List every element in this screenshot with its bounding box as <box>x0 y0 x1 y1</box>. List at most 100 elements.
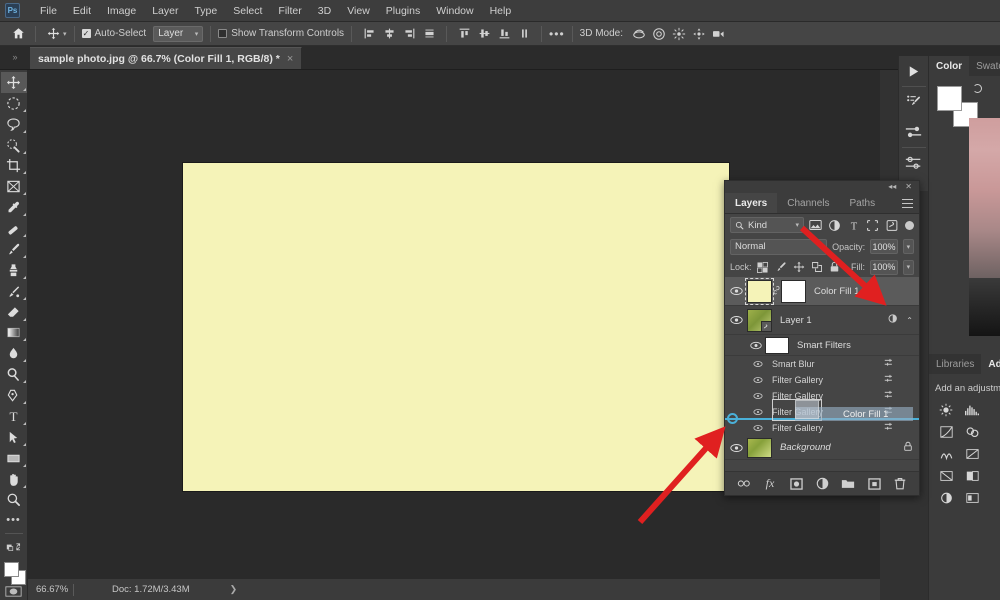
close-icon[interactable]: × <box>287 53 293 65</box>
collapse-icon[interactable]: ◂◂ <box>888 183 896 191</box>
tab-paths[interactable]: Paths <box>840 193 886 213</box>
lock-all-icon[interactable] <box>828 260 841 274</box>
align-right-icon[interactable] <box>399 25 419 43</box>
levels-icon[interactable] <box>963 402 981 418</box>
new-adjustment-icon[interactable] <box>815 477 829 491</box>
tab-libraries[interactable]: Libraries <box>929 354 981 374</box>
actions-play-icon[interactable] <box>900 56 928 86</box>
document-tab[interactable]: sample photo.jpg @ 66.7% (Color Fill 1, … <box>30 47 303 69</box>
layer-visibility-icon[interactable] <box>725 277 747 306</box>
marquee-tool[interactable] <box>1 93 27 114</box>
color-ramp-dark[interactable] <box>969 278 1000 336</box>
panel-menu-icon[interactable] <box>902 199 913 208</box>
filter-pixel-icon[interactable] <box>808 218 823 233</box>
pen-tool[interactable] <box>1 385 27 406</box>
smart-filters-row[interactable]: Smart Filters <box>725 335 919 356</box>
filter-smart-icon[interactable] <box>884 218 899 233</box>
filter-adjustment-icon[interactable] <box>827 218 842 233</box>
foreground-color-swatch[interactable] <box>937 86 962 111</box>
layer-row-layer-1[interactable]: Layer 1 ⌃ <box>725 306 919 335</box>
menu-item-type[interactable]: Type <box>186 2 225 20</box>
scale-3d-icon[interactable] <box>709 25 729 43</box>
filter-visibility-icon[interactable] <box>747 360 769 368</box>
link-layers-icon[interactable] <box>737 477 751 491</box>
smart-filter-row-smart-blur[interactable]: Smart Blur <box>725 356 919 372</box>
default-colors-icon[interactable] <box>1 536 27 557</box>
clone-stamp-tool[interactable] <box>1 260 27 281</box>
crop-tool[interactable] <box>1 156 27 177</box>
align-top-icon[interactable] <box>454 25 474 43</box>
move-tool-icon[interactable] <box>43 25 63 43</box>
distribute-vertical-icon[interactable] <box>514 25 534 43</box>
chevron-right-icon[interactable]: ❯ <box>230 584 238 595</box>
layer-visibility-icon[interactable] <box>725 436 747 460</box>
menu-item-3d[interactable]: 3D <box>310 2 339 20</box>
menu-item-window[interactable]: Window <box>428 2 481 20</box>
edit-toolbar-button[interactable]: ••• <box>1 510 27 531</box>
new-layer-icon[interactable] <box>867 477 881 491</box>
lock-position-icon[interactable] <box>792 260 805 274</box>
filter-kind-dropdown[interactable]: Kind ▾ <box>730 217 804 233</box>
type-tool[interactable]: T <box>1 406 27 427</box>
eraser-tool[interactable] <box>1 302 27 323</box>
delete-layer-icon[interactable] <box>893 477 907 491</box>
tab-layers[interactable]: Layers <box>725 193 778 213</box>
menu-item-select[interactable]: Select <box>225 2 270 20</box>
chevron-double-right-icon[interactable]: » <box>0 45 30 69</box>
roll-3d-icon[interactable] <box>649 25 669 43</box>
reset-colors-icon[interactable] <box>973 84 982 93</box>
show-transform-controls-checkbox[interactable]: Show Transform Controls <box>218 28 344 39</box>
align-bottom-icon[interactable] <box>494 25 514 43</box>
filter-enable-toggle[interactable] <box>905 220 914 230</box>
layer-thumbnail[interactable] <box>747 437 772 458</box>
tool-preset-caret-icon[interactable]: ▾ <box>63 30 67 38</box>
rectangle-tool[interactable] <box>1 448 27 469</box>
layer-list[interactable]: Color Fill 1 Layer 1 ⌃ Smart Filters Sma… <box>725 277 919 469</box>
foreground-color-swatch[interactable] <box>3 561 19 577</box>
blur-tool[interactable] <box>1 343 27 364</box>
layer-row-background[interactable]: Background <box>725 436 919 460</box>
fill-value-field[interactable]: 100% <box>869 259 898 275</box>
home-icon[interactable] <box>8 25 28 43</box>
menu-item-image[interactable]: Image <box>99 2 144 20</box>
tab-adjustments[interactable]: Adjust <box>981 354 1000 374</box>
frame-tool[interactable] <box>1 176 27 197</box>
menu-item-filter[interactable]: Filter <box>270 2 309 20</box>
lock-image-icon[interactable] <box>774 260 787 274</box>
eyedropper-tool[interactable] <box>1 197 27 218</box>
tab-channels[interactable]: Channels <box>777 193 839 213</box>
brush-tool[interactable] <box>1 239 27 260</box>
close-icon[interactable]: ✕ <box>905 183 912 191</box>
menu-item-view[interactable]: View <box>339 2 378 20</box>
menu-item-file[interactable]: File <box>32 2 65 20</box>
smart-filters-mask-thumbnail[interactable] <box>765 336 789 354</box>
distribute-horizontal-icon[interactable] <box>419 25 439 43</box>
black-white-icon[interactable] <box>963 468 981 484</box>
filter-shape-icon[interactable] <box>865 218 880 233</box>
healing-brush-tool[interactable] <box>1 218 27 239</box>
lock-transparent-icon[interactable] <box>757 260 770 274</box>
brightness-icon[interactable] <box>937 402 955 418</box>
quick-mask-icon[interactable] <box>1 583 27 600</box>
brush-settings-icon[interactable] <box>900 87 928 117</box>
align-middle-icon[interactable] <box>474 25 494 43</box>
curves-icon[interactable] <box>937 424 955 440</box>
hue-saturation-icon[interactable] <box>963 446 981 462</box>
mask-link-icon[interactable] <box>772 286 781 296</box>
align-left-icon[interactable] <box>359 25 379 43</box>
smart-filters-fx-icon[interactable] <box>888 311 900 329</box>
hand-tool[interactable] <box>1 469 27 490</box>
adjustments-icon[interactable] <box>900 148 928 178</box>
filter-visibility-icon[interactable] <box>747 376 769 384</box>
collapse-chevron-icon[interactable]: ⌃ <box>906 316 913 325</box>
opacity-stepper-icon[interactable]: ▾ <box>902 239 914 254</box>
dodge-tool[interactable] <box>1 364 27 385</box>
path-selection-tool[interactable] <box>1 427 27 448</box>
smart-filter-row-filter-gallery-1[interactable]: Filter Gallery <box>725 372 919 388</box>
smart-filters-visibility-icon[interactable] <box>747 335 765 356</box>
history-brush-tool[interactable] <box>1 281 27 302</box>
color-balance-icon[interactable] <box>937 468 955 484</box>
gradient-tool[interactable] <box>1 323 27 344</box>
layer-thumbnail[interactable] <box>747 308 772 332</box>
menu-item-plugins[interactable]: Plugins <box>378 2 428 20</box>
